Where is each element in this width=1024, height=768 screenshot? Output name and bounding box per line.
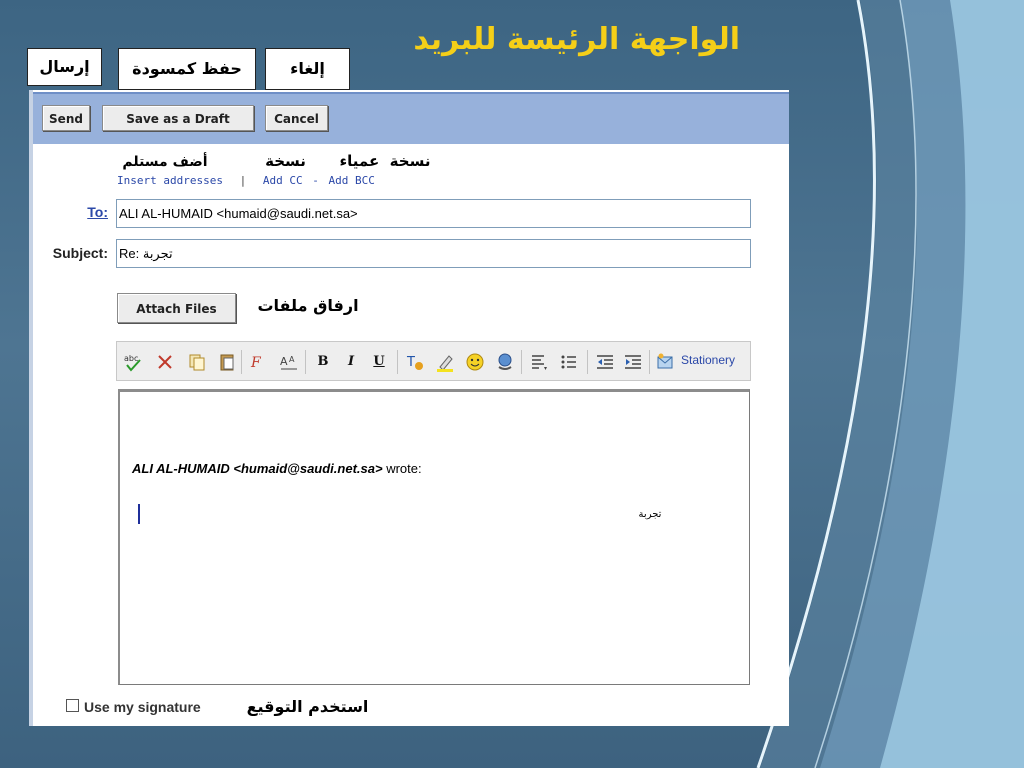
quote-name: ALI AL-HUMAID < [132,461,241,476]
font-size-icon[interactable]: AA [279,352,299,372]
quote-close: > [374,461,383,476]
stationery-icon[interactable] [655,352,675,372]
italic-icon[interactable]: I [341,352,361,372]
toolbar-divider [241,350,242,374]
toolbar-divider [587,350,588,374]
message-body-text: تجربة [638,509,662,520]
label-bcc: نسخة عمياء [339,152,431,170]
svg-text:A: A [280,355,288,368]
paste-icon[interactable] [217,352,237,372]
link-separator: | [239,174,247,187]
cancel-button[interactable]: Cancel [265,105,328,131]
send-button[interactable]: Send [42,105,90,131]
insert-addresses-link[interactable]: Insert addresses [117,174,223,187]
save-draft-button[interactable]: Save as a Draft [102,105,254,131]
label-add-recipient: أضف مستلم [122,154,208,170]
copy-icon[interactable] [187,352,207,372]
callout-send: إرسال [27,48,102,86]
quote-email: humaid@saudi.net.sa [240,461,375,476]
attach-files-button[interactable]: Attach Files [117,293,236,323]
toolbar-divider [649,350,650,374]
to-input[interactable]: ALI AL-HUMAID <humaid@saudi.net.sa> [116,199,751,228]
text-color-icon[interactable]: T [405,352,425,372]
highlight-icon[interactable] [435,352,455,372]
panel-edge [29,90,33,726]
bullets-icon[interactable] [559,352,579,372]
label-attach: ارفاق ملفات [257,296,359,315]
to-label[interactable]: To: [60,204,108,220]
svg-text:abc: abc [124,354,138,363]
outdent-icon[interactable] [595,352,615,372]
svg-text:F: F [250,355,262,371]
text-cursor [138,504,140,524]
quoted-header: ALI AL-HUMAID <humaid@saudi.net.sa> wrot… [132,461,422,476]
link-dash: - [312,174,319,187]
subject-label: Subject: [52,245,108,261]
slide-title: الواجهة الرئيسة للبريد [413,22,740,57]
svg-text:A: A [289,355,295,364]
callout-save-draft: حفظ كمسودة [118,48,256,90]
add-cc-link[interactable]: Add CC [263,174,303,187]
indent-icon[interactable] [623,352,643,372]
quote-wrote: wrote: [382,461,422,476]
toolbar-divider [305,350,306,374]
use-signature-label[interactable]: Use my signature [84,699,201,715]
message-editor[interactable]: ALI AL-HUMAID <humaid@saudi.net.sa> wrot… [118,389,750,685]
callout-cancel: إلغاء [265,48,350,90]
add-bcc-link[interactable]: Add BCC [328,174,374,187]
toolbar-divider [397,350,398,374]
format-toolbar: abc F AA B I U T Stationery [116,341,751,381]
svg-text:T: T [406,355,415,370]
bold-icon[interactable]: B [313,352,333,372]
align-icon[interactable] [529,352,549,372]
label-cc: نسخة [265,152,306,170]
emoticon-icon[interactable] [465,352,485,372]
underline-icon[interactable]: U [369,352,389,372]
hyperlink-icon[interactable] [495,352,515,372]
address-links: Insert addresses | Add CC - Add BCC [117,174,375,187]
toolbar-divider [521,350,522,374]
cut-icon[interactable] [155,352,175,372]
stationery-label[interactable]: Stationery [681,353,735,367]
spellcheck-icon[interactable]: abc [123,352,143,372]
label-signature: استخدم التوقيع [246,697,369,716]
font-icon[interactable]: F [249,352,269,372]
subject-input[interactable]: Re: تجربة [116,239,751,268]
use-signature-checkbox[interactable] [66,699,79,712]
